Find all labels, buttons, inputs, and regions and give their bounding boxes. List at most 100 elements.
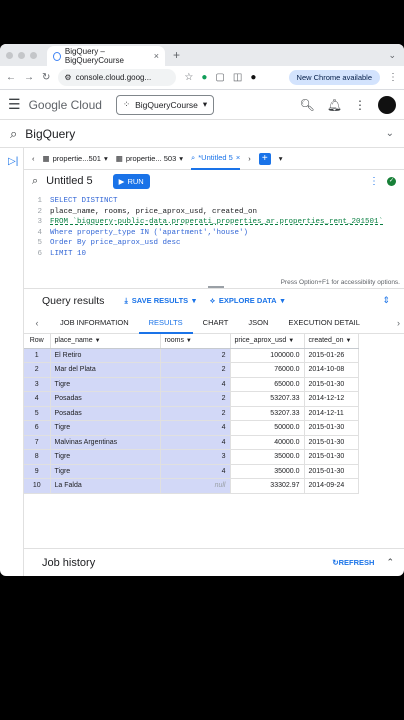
table-row[interactable]: 10 La Falda null 33302.97 2014-09-24 <box>24 478 359 494</box>
table-row[interactable]: 9 Tigre 4 35000.0 2015-01-30 <box>24 464 359 479</box>
more-vert-icon[interactable]: ⋮ <box>369 176 379 187</box>
chrome-menu-icon[interactable]: ⋮ <box>388 72 398 83</box>
table-row[interactable]: 6 Tigre 4 50000.0 2015-01-30 <box>24 420 359 436</box>
cell-price[interactable]: 40000.0 <box>230 435 305 450</box>
table-row[interactable]: 2 Mar del Plata 2 76000.0 2014-10-08 <box>24 362 359 378</box>
tab-json[interactable]: JSON <box>238 312 278 334</box>
bookmark-star-icon[interactable]: ☆ <box>184 72 193 83</box>
sort-icon[interactable]: ▼ <box>186 338 192 344</box>
close-tab-icon[interactable]: × <box>154 51 159 61</box>
save-results-button[interactable]: ⤓ SAVE RESULTS ▾ <box>124 296 196 306</box>
collapse-chevron-icon[interactable]: ⌄ <box>386 128 394 139</box>
browser-tab[interactable]: BigQuery – BigQueryCourse × <box>47 46 165 66</box>
table-row[interactable]: 1 El Retiro 2 100000.0 2015-01-26 <box>24 348 359 363</box>
editor-tab-1[interactable]: ▦ propertie...501 ▾ <box>43 154 108 163</box>
new-chrome-available-button[interactable]: New Chrome available <box>288 70 380 85</box>
sort-icon[interactable]: ▼ <box>288 338 294 344</box>
chevron-down-icon[interactable]: ▾ <box>104 154 108 163</box>
cell-place-name[interactable]: Tigre <box>50 377 161 392</box>
cell-price[interactable]: 65000.0 <box>230 377 305 392</box>
scroll-tabs-right-icon[interactable]: › <box>248 154 251 163</box>
scroll-right-icon[interactable]: › <box>397 318 400 328</box>
expand-explorer-icon[interactable]: ▷| <box>8 156 18 167</box>
chevron-down-icon[interactable]: ▾ <box>179 154 183 163</box>
cell-place-name[interactable]: Posadas <box>50 406 161 421</box>
address-bar[interactable]: ⚙ console.cloud.goog... <box>58 69 177 86</box>
cell-created-on[interactable]: 2014-10-08 <box>304 362 359 378</box>
cell-place-name[interactable]: Mar del Plata <box>50 362 161 378</box>
sort-icon[interactable]: ▼ <box>95 338 101 344</box>
table-row[interactable]: 4 Posadas 2 53207.33 2014-12-12 <box>24 391 359 407</box>
project-picker[interactable]: ⁘ BigQueryCourse ▾ <box>115 94 215 115</box>
cell-rooms-null[interactable]: null <box>160 478 231 494</box>
cell-place-name[interactable]: Tigre <box>50 420 161 436</box>
cell-price[interactable]: 33302.97 <box>230 478 305 494</box>
refresh-button[interactable]: ↻REFRESH <box>332 558 374 567</box>
cell-created-on[interactable]: 2015-01-30 <box>304 435 359 450</box>
cell-price[interactable]: 35000.0 <box>230 464 305 479</box>
reload-icon[interactable]: ↻ <box>42 72 50 83</box>
user-avatar[interactable] <box>378 95 396 114</box>
cell-price[interactable]: 53207.33 <box>230 406 305 421</box>
back-icon[interactable]: ← <box>6 72 16 83</box>
cell-rooms[interactable]: 4 <box>160 435 231 450</box>
cell-price[interactable]: 35000.0 <box>230 449 305 465</box>
table-row[interactable]: 3 Tigre 4 65000.0 2015-01-30 <box>24 377 359 392</box>
cell-rooms[interactable]: 2 <box>160 391 231 407</box>
cell-price[interactable]: 50000.0 <box>230 420 305 436</box>
cell-created-on[interactable]: 2014-12-12 <box>304 391 359 407</box>
search-icon[interactable]: 🔍︎ <box>300 98 315 112</box>
editor-tab-3[interactable]: ⌕ *Untitled 5 × <box>191 147 241 170</box>
table-row[interactable]: 5 Posadas 2 53207.33 2014-12-11 <box>24 406 359 421</box>
extensions-puzzle-icon[interactable]: ▢ <box>215 72 224 83</box>
scroll-tabs-left-icon[interactable]: ‹ <box>32 154 35 163</box>
cell-created-on[interactable]: 2014-09-24 <box>304 478 359 494</box>
chevron-down-icon[interactable]: ▾ <box>279 154 283 163</box>
cell-place-name[interactable]: La Falda <box>50 478 161 494</box>
run-button[interactable]: ▶ RUN <box>112 173 150 189</box>
tab-results[interactable]: RESULTS <box>138 312 193 334</box>
cell-rooms[interactable]: 4 <box>160 377 231 392</box>
extension-icon[interactable]: ● <box>201 72 207 83</box>
notifications-bell-icon[interactable]: 🔔︎ <box>327 98 342 112</box>
column-header-place-name[interactable]: place_name ▼ <box>50 334 161 349</box>
tab-chart[interactable]: CHART <box>193 312 239 334</box>
resize-handle[interactable] <box>208 286 224 288</box>
table-row[interactable]: 8 Tigre 3 35000.0 2015-01-30 <box>24 449 359 465</box>
close-icon[interactable]: × <box>236 147 240 169</box>
cell-place-name[interactable]: Tigre <box>50 464 161 479</box>
cell-created-on[interactable]: 2015-01-30 <box>304 420 359 436</box>
tab-search-chevron-icon[interactable]: ⌄ <box>388 50 396 61</box>
column-header-created-on[interactable]: created_on ▼ <box>304 334 359 349</box>
cell-rooms[interactable]: 3 <box>160 449 231 465</box>
sort-icon[interactable]: ▼ <box>345 338 351 344</box>
explore-data-button[interactable]: ⟡ EXPLORE DATA ▾ <box>210 296 284 306</box>
cell-created-on[interactable]: 2015-01-30 <box>304 377 359 392</box>
cell-created-on[interactable]: 2015-01-30 <box>304 449 359 465</box>
cell-place-name[interactable]: Tigre <box>50 449 161 465</box>
chevron-up-icon[interactable]: ⌃ <box>386 557 394 568</box>
google-cloud-logo[interactable]: Google Cloud <box>29 98 102 112</box>
cell-rooms[interactable]: 2 <box>160 348 231 363</box>
window-controls[interactable] <box>6 51 37 59</box>
cell-price[interactable]: 53207.33 <box>230 391 305 407</box>
cell-place-name[interactable]: Malvinas Argentinas <box>50 435 161 450</box>
cell-rooms[interactable]: 2 <box>160 406 231 421</box>
table-row[interactable]: 7 Malvinas Argentinas 4 40000.0 2015-01-30 <box>24 435 359 450</box>
cell-price[interactable]: 100000.0 <box>230 348 305 363</box>
cell-place-name[interactable]: El Retiro <box>50 348 161 363</box>
menu-hamburger-icon[interactable]: ☰ <box>8 96 21 113</box>
new-query-button[interactable]: + <box>258 152 271 165</box>
cell-price[interactable]: 76000.0 <box>230 362 305 378</box>
site-info-icon[interactable]: ⚙ <box>64 73 71 82</box>
tab-execution-detail[interactable]: EXECUTION DETAIL <box>278 312 370 334</box>
sidebar-icon[interactable]: ◫ <box>233 72 242 83</box>
cell-rooms[interactable]: 4 <box>160 420 231 436</box>
forward-icon[interactable]: → <box>24 72 34 83</box>
scroll-left-icon[interactable]: ‹ <box>24 318 50 328</box>
cell-created-on[interactable]: 2015-01-30 <box>304 464 359 479</box>
new-tab-icon[interactable]: + <box>173 48 180 62</box>
cell-rooms[interactable]: 4 <box>160 464 231 479</box>
expand-panel-icon[interactable]: ⇕ <box>382 295 390 306</box>
cell-created-on[interactable]: 2014-12-11 <box>304 406 359 421</box>
